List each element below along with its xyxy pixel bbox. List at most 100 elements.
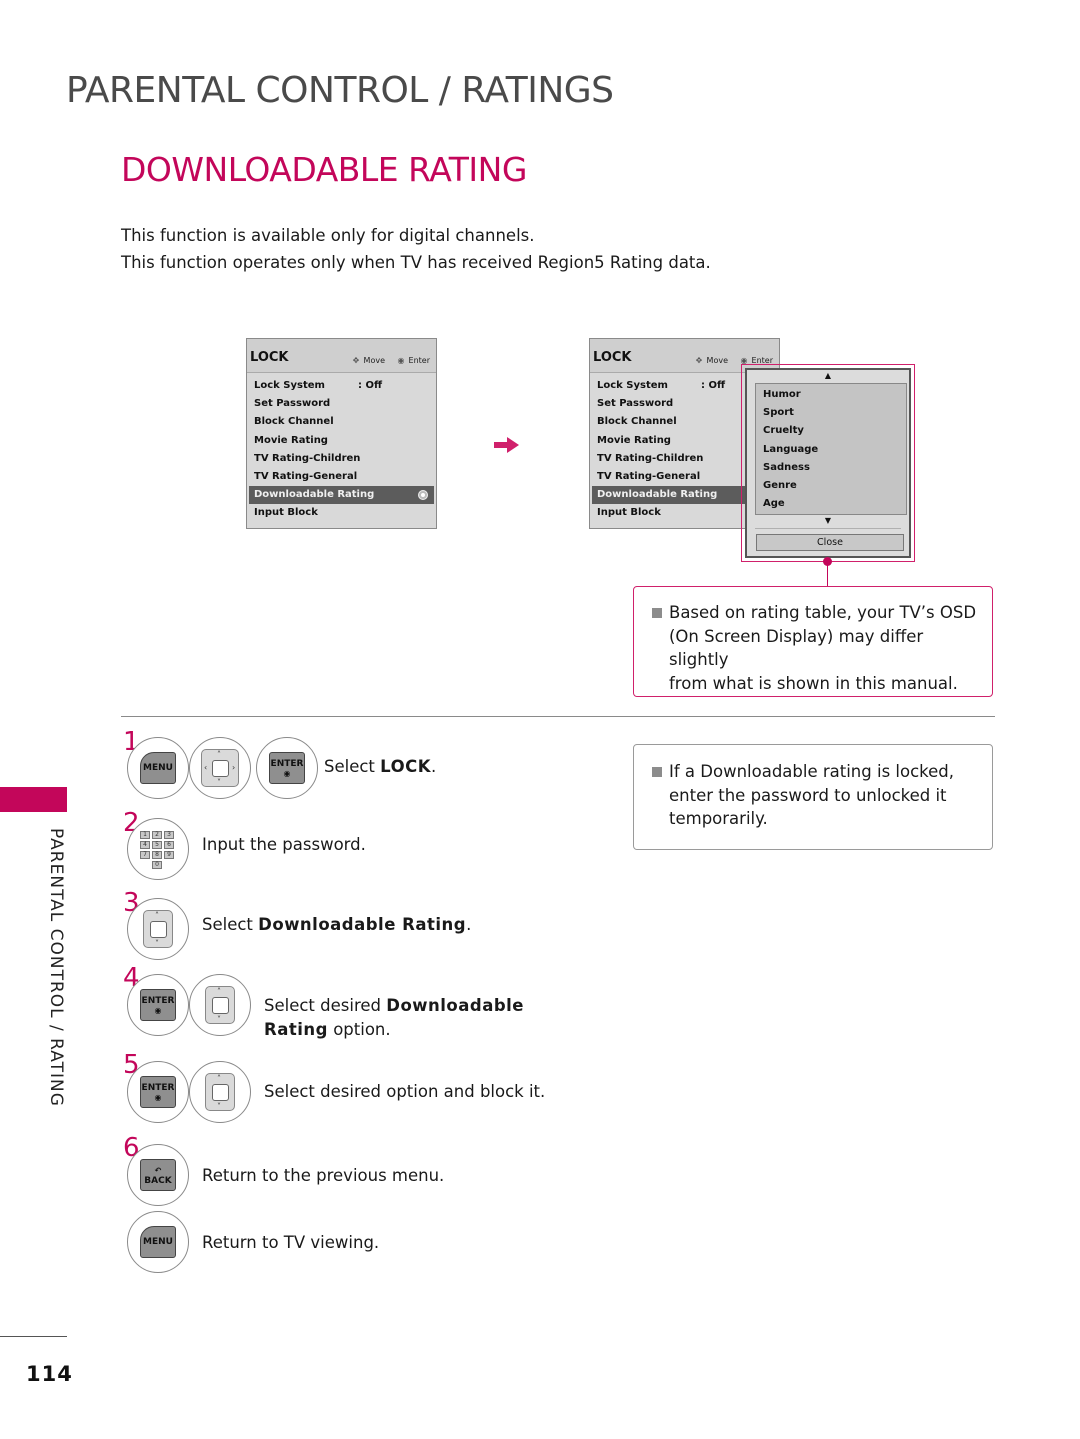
chevron-right-icon: › xyxy=(232,763,236,772)
step-1-text: Select LOCK. xyxy=(324,755,436,779)
step-2-text: Input the password. xyxy=(202,835,366,854)
move-hint-label: Move xyxy=(706,356,728,365)
dpad-circle: ˄ ˅ xyxy=(127,898,189,960)
osd-header: LOCK ✥ Move ◉ Enter xyxy=(247,339,436,373)
navigation-pad[interactable]: ˄ ˅ xyxy=(143,910,173,948)
step-text-bold: Downloadable xyxy=(386,996,525,1015)
back-label: BACK xyxy=(144,1176,172,1186)
step-text-suffix: option. xyxy=(327,1020,391,1039)
menu-button[interactable]: MENU xyxy=(140,1226,176,1258)
step-6-text: Return to the previous menu. xyxy=(202,1166,445,1185)
step-text-prefix: Select desired xyxy=(264,996,387,1015)
section-divider xyxy=(121,716,995,717)
menu-item-lock-system[interactable]: Lock System: Off xyxy=(247,377,436,395)
dpad-circle: ˄ ˅ ‹ › xyxy=(189,737,251,799)
lock-note: If a Downloadable rating is locked, ente… xyxy=(633,744,993,850)
dpad-circle: ˄ ˅ xyxy=(189,974,251,1036)
lock-system-value: : Off xyxy=(701,380,726,391)
close-button[interactable]: Close xyxy=(756,534,904,551)
step-text-bold: LOCK xyxy=(380,757,432,776)
menu-item-input-block[interactable]: Input Block xyxy=(247,504,436,522)
step-text-prefix: Select xyxy=(324,757,381,776)
chevron-left-icon: ‹ xyxy=(204,763,208,772)
bullet-icon xyxy=(652,767,662,777)
key-1[interactable]: 1 xyxy=(140,831,150,839)
rating-option-cruelty[interactable]: Cruelty xyxy=(756,422,906,440)
chevron-up-icon: ˄ xyxy=(155,911,159,920)
enter-button-circle: ENTER ◉ xyxy=(256,737,318,799)
rating-option-sport[interactable]: Sport xyxy=(756,404,906,422)
step-text-bold: Downloadable Rating xyxy=(258,915,467,934)
enter-icon: ◉ xyxy=(397,356,405,365)
move-icon: ✥ xyxy=(695,356,703,365)
osd-menu-list: Lock System: Off Set Password Block Chan… xyxy=(247,373,436,523)
key-3[interactable]: 3 xyxy=(164,831,174,839)
dpad-center xyxy=(212,760,229,777)
move-icon: ✥ xyxy=(352,356,360,365)
scroll-up-icon[interactable]: ▲ xyxy=(747,371,909,380)
menu-button[interactable]: MENU xyxy=(140,752,176,784)
navigation-pad[interactable]: ˄ ˅ xyxy=(205,1073,235,1111)
scroll-down-icon[interactable]: ▼ xyxy=(747,516,909,525)
number-keypad[interactable]: 1 2 3 4 5 6 7 8 9 0 xyxy=(140,831,180,871)
menu-item-label: Lock System xyxy=(597,380,668,391)
intro-line-1: This function is available only for digi… xyxy=(121,226,535,245)
key-7[interactable]: 7 xyxy=(140,851,150,859)
osd-difference-note: Based on rating table, your TV’s OSD (On… xyxy=(633,586,993,697)
chevron-down-icon: ˅ xyxy=(217,1102,221,1111)
rating-option-age[interactable]: Age xyxy=(756,495,906,513)
dpad-center xyxy=(212,1084,229,1101)
chapter-label: PARENTAL CONTROL / RATING xyxy=(44,828,74,1128)
key-2[interactable]: 2 xyxy=(152,831,162,839)
note-text: Based on rating table, your TV’s OSD (On… xyxy=(669,603,977,693)
navigation-pad[interactable]: ˄ ˅ ‹ › xyxy=(201,749,239,787)
menu-item-tv-rating-children[interactable]: TV Rating-Children xyxy=(247,450,436,468)
dpad-circle: ˄ ˅ xyxy=(189,1061,251,1123)
page-number: 114 xyxy=(26,1362,73,1386)
key-6[interactable]: 6 xyxy=(164,841,174,849)
menu-item-movie-rating[interactable]: Movie Rating xyxy=(247,432,436,450)
chevron-down-icon: ˅ xyxy=(217,1015,221,1024)
step-text-suffix: . xyxy=(431,757,437,776)
key-4[interactable]: 4 xyxy=(140,841,150,849)
key-0[interactable]: 0 xyxy=(152,861,162,869)
key-5[interactable]: 5 xyxy=(152,841,162,849)
step-4-text: Select desired Downloadable Rating option… xyxy=(264,994,524,1042)
enter-button[interactable]: ENTER ◉ xyxy=(140,989,176,1021)
move-hint: ✥ Move xyxy=(351,356,385,365)
navigation-pad[interactable]: ˄ ˅ xyxy=(205,986,235,1024)
chevron-down-icon: ˅ xyxy=(217,778,221,787)
menu-item-set-password[interactable]: Set Password xyxy=(247,395,436,413)
enter-button[interactable]: ENTER ◉ xyxy=(140,1076,176,1108)
enter-button-circle: ENTER ◉ xyxy=(127,974,189,1036)
rating-options-list: Humor Sport Cruelty Language Sadness Gen… xyxy=(755,383,907,515)
note-text: If a Downloadable rating is locked, ente… xyxy=(669,762,954,828)
key-9[interactable]: 9 xyxy=(164,851,174,859)
intro-line-2: This function operates only when TV has … xyxy=(121,253,711,272)
enter-button[interactable]: ENTER ◉ xyxy=(269,752,305,784)
rating-option-genre[interactable]: Genre xyxy=(756,477,906,495)
menu-item-tv-rating-general[interactable]: TV Rating-General xyxy=(247,468,436,486)
back-button[interactable]: ↶ BACK xyxy=(140,1159,176,1191)
enter-dot-icon: ◉ xyxy=(154,1093,162,1102)
enter-button-circle: ENTER ◉ xyxy=(127,1061,189,1123)
enter-dot-icon: ◉ xyxy=(283,769,291,778)
page-rule xyxy=(0,1336,67,1337)
rating-option-language[interactable]: Language xyxy=(756,441,906,459)
enter-label: ENTER xyxy=(141,1083,175,1093)
menu-item-downloadable-rating[interactable]: Downloadable Rating xyxy=(249,486,434,505)
enter-radio-icon xyxy=(418,490,428,501)
rating-option-humor[interactable]: Humor xyxy=(756,386,906,404)
move-hint: ✥ Move xyxy=(694,356,728,365)
menu-item-label: Downloadable Rating xyxy=(254,489,375,501)
menu-item-block-channel[interactable]: Block Channel xyxy=(247,413,436,431)
enter-label: ENTER xyxy=(270,759,304,769)
key-8[interactable]: 8 xyxy=(152,851,162,859)
menu-item-label: Lock System xyxy=(254,380,325,391)
right-arrow-icon xyxy=(494,437,519,453)
section-title: PARENTAL CONTROL / RATINGS xyxy=(66,70,614,111)
rating-option-sadness[interactable]: Sadness xyxy=(756,459,906,477)
enter-hint: ◉ Enter xyxy=(396,356,431,365)
popup-divider xyxy=(755,528,901,529)
menu-button-circle: MENU xyxy=(127,1211,189,1273)
